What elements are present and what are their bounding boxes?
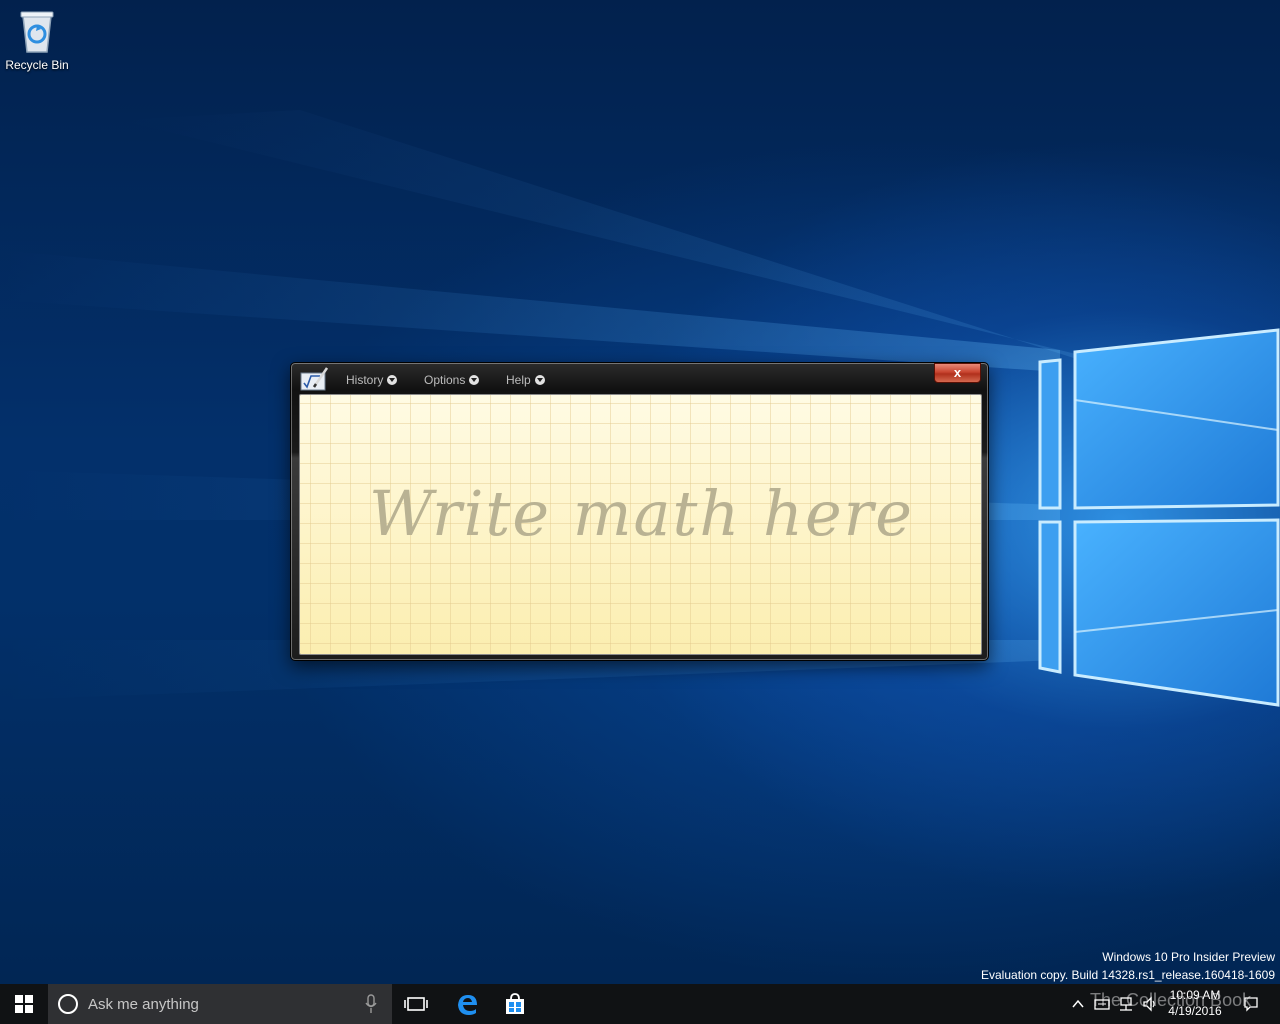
microphone-icon[interactable] (364, 994, 378, 1014)
clock-date: 4/19/2016 (1168, 1004, 1222, 1018)
menu-history[interactable]: History (346, 371, 398, 389)
store-icon[interactable] (501, 990, 529, 1018)
search-input[interactable]: Ask me anything (88, 996, 199, 1013)
watermark-build: Evaluation copy. Build 14328.rs1_release… (981, 968, 1275, 982)
recycle-bin-icon (20, 11, 54, 53)
writing-placeholder: Write math here (369, 477, 914, 550)
search-box[interactable]: Ask me anything (48, 984, 392, 1024)
volume-icon[interactable] (1142, 996, 1158, 1012)
close-button[interactable]: x (934, 363, 981, 383)
input-indicator-icon[interactable] (1094, 996, 1110, 1012)
clock[interactable]: 10:09 AM 4/19/2016 (1160, 987, 1230, 1019)
menu-options[interactable]: Options (424, 371, 480, 389)
menu-help[interactable]: Help (506, 371, 545, 389)
clock-time: 10:09 AM (1169, 988, 1221, 1002)
chevron-down-icon (534, 375, 545, 385)
watermark-edition: Windows 10 Pro Insider Preview (1102, 950, 1275, 964)
network-icon[interactable] (1118, 996, 1134, 1012)
chevron-down-icon (387, 375, 398, 385)
task-view-icon[interactable] (402, 990, 430, 1018)
taskbar: Ask me anything The Collection Book 10:0… (0, 984, 1280, 1024)
action-center-icon[interactable] (1243, 996, 1259, 1012)
menu-help-label: Help (506, 373, 531, 387)
writing-area[interactable]: Write math here (299, 394, 982, 655)
start-button[interactable] (0, 984, 48, 1024)
cortana-icon (58, 994, 78, 1014)
recycle-bin-label: Recycle Bin (5, 58, 69, 72)
windows-logo-icon (15, 995, 33, 1013)
menu-options-label: Options (424, 373, 466, 387)
chevron-down-icon (469, 375, 480, 385)
recycle-bin[interactable]: Recycle Bin (4, 6, 70, 76)
edge-icon[interactable] (453, 990, 481, 1018)
menu-history-label: History (346, 373, 384, 387)
desktop[interactable]: Recycle Bin Windows 10 Pro Insider Previ… (0, 0, 1280, 984)
close-icon: x (953, 365, 962, 380)
math-input-panel-icon (300, 367, 328, 391)
chevron-up-icon[interactable] (1070, 996, 1086, 1012)
math-input-panel-window[interactable]: History Options Help x Write math here (290, 362, 989, 661)
